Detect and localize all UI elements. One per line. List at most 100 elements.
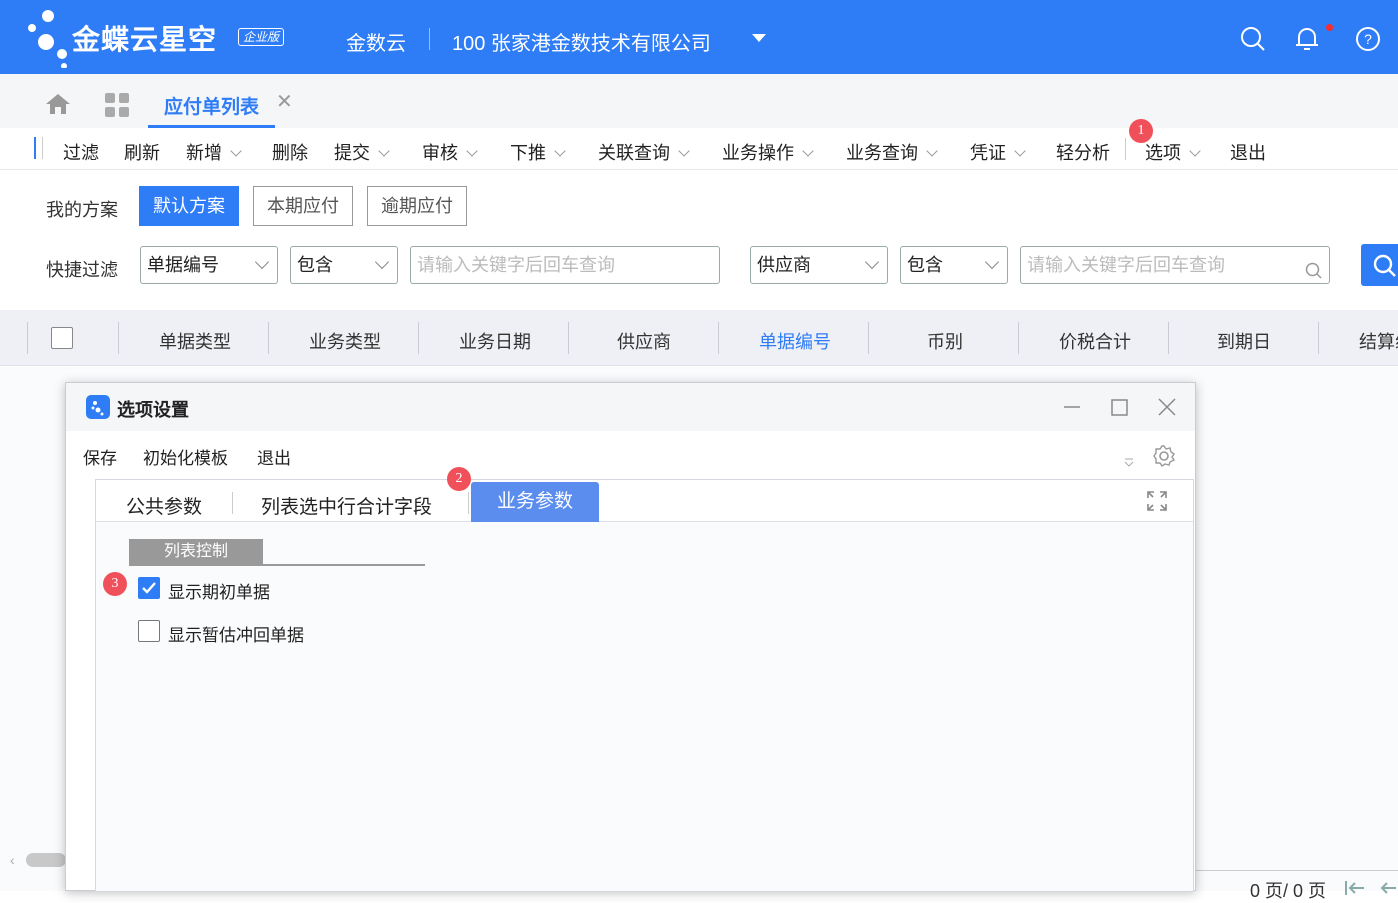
dialog-exit-button[interactable]: 退出	[257, 444, 291, 469]
divider	[468, 492, 469, 514]
horizontal-scrollbar[interactable]	[26, 853, 66, 867]
divider	[42, 137, 43, 159]
caret-down-icon[interactable]	[752, 34, 766, 42]
column-header-bill-number[interactable]: 单据编号	[759, 328, 831, 354]
column-header-total-with-tax[interactable]: 价税合计	[1059, 328, 1131, 354]
chevron-down-icon	[1189, 145, 1201, 157]
show-estimate-reversal-label[interactable]: 显示暂估冲回单据	[168, 621, 304, 646]
minimize-icon[interactable]	[1060, 395, 1084, 419]
maximize-icon[interactable]	[1107, 395, 1131, 419]
new-button[interactable]: 新增	[186, 139, 242, 165]
chevron-left-icon[interactable]: ‹	[10, 852, 15, 868]
related-query-button[interactable]: 关联查询	[598, 139, 690, 165]
divider	[1018, 322, 1019, 354]
fullscreen-icon[interactable]	[1146, 490, 1168, 517]
filter-operator-select-2[interactable]: 包含	[900, 246, 1008, 284]
keyword-input-1[interactable]: 请输入关键字后回车查询	[410, 246, 720, 284]
chevron-down-icon	[678, 145, 690, 157]
business-query-label: 业务查询	[846, 143, 918, 163]
business-operation-label: 业务操作	[722, 143, 794, 163]
scheme-default-button[interactable]: 默认方案	[139, 186, 239, 226]
prev-page-icon[interactable]	[1378, 879, 1396, 900]
filter-button[interactable]: 过滤	[63, 139, 99, 165]
init-template-button[interactable]: 初始化模板	[143, 444, 228, 469]
new-label: 新增	[186, 143, 222, 163]
divider	[1125, 138, 1126, 160]
column-header-bill-type[interactable]: 单据类型	[159, 328, 231, 354]
cloud-name[interactable]: 金数云	[346, 27, 406, 56]
divider	[268, 322, 269, 354]
tab-row-sum-fields[interactable]: 列表选中行合计字段	[261, 492, 432, 519]
svg-text:?: ?	[1364, 31, 1372, 47]
quick-filter-label: 快捷过滤	[46, 260, 118, 280]
column-header-business-type[interactable]: 业务类型	[309, 328, 381, 354]
chevron-down-icon	[554, 145, 566, 157]
divider	[429, 28, 430, 50]
chevron-down-icon	[466, 145, 478, 157]
scheme-overdue-button[interactable]: 逾期应付	[367, 186, 467, 226]
filter-field-select-2[interactable]: 供应商	[750, 246, 888, 284]
tab-payable-list[interactable]: 应付单列表	[148, 82, 276, 128]
app-grid-icon[interactable]	[104, 92, 130, 123]
business-operation-button[interactable]: 业务操作	[722, 139, 814, 165]
refresh-button[interactable]: 刷新	[124, 139, 160, 165]
light-analysis-button[interactable]: 轻分析	[1056, 139, 1110, 165]
notification-dot	[1326, 24, 1333, 31]
keyword-input-2[interactable]: 请输入关键字后回车查询	[1020, 246, 1330, 284]
options-button[interactable]: 选项	[1145, 139, 1201, 165]
chevron-down-icon	[1014, 145, 1026, 157]
business-query-button[interactable]: 业务查询	[846, 139, 938, 165]
kingdee-logo-icon	[24, 8, 72, 69]
exit-button[interactable]: 退出	[1230, 139, 1266, 165]
gear-icon[interactable]	[1152, 444, 1176, 473]
tab-business-params[interactable]: 业务参数	[471, 482, 599, 522]
search-button[interactable]	[1361, 244, 1398, 286]
company-selector[interactable]: 100 张家港金数技术有限公司	[452, 27, 711, 56]
step-badge-2: 2	[447, 467, 471, 491]
audit-button[interactable]: 审核	[422, 139, 478, 165]
section-list-control: 列表控制	[129, 539, 263, 565]
tab-public-params[interactable]: 公共参数	[126, 492, 202, 519]
show-opening-bills-checkbox[interactable]	[138, 577, 160, 599]
push-down-button[interactable]: 下推	[510, 139, 566, 165]
column-header-currency[interactable]: 币别	[927, 328, 963, 354]
divider	[27, 322, 28, 354]
search-icon[interactable]	[1240, 26, 1266, 52]
step-badge-3: 3	[103, 572, 127, 596]
select-all-checkbox[interactable]	[51, 327, 73, 349]
divider	[718, 322, 719, 354]
search-icon[interactable]	[1305, 256, 1323, 292]
column-header-due-date[interactable]: 到期日	[1217, 328, 1271, 354]
chevron-down-icon	[864, 254, 880, 270]
submit-button[interactable]: 提交	[334, 139, 390, 165]
divider	[232, 492, 233, 514]
column-header-settlement-org[interactable]: 结算组织	[1359, 328, 1398, 354]
home-icon[interactable]	[44, 92, 72, 121]
options-label: 选项	[1145, 143, 1181, 163]
dropdown-icon[interactable]	[1122, 455, 1136, 473]
show-estimate-reversal-checkbox[interactable]	[138, 620, 160, 642]
chevron-down-icon	[374, 254, 390, 270]
filter-field-select-1[interactable]: 单据编号	[140, 246, 278, 284]
chevron-down-icon	[378, 145, 390, 157]
close-icon[interactable]: ✕	[276, 92, 293, 112]
delete-button[interactable]: 删除	[272, 139, 308, 165]
save-button[interactable]: 保存	[83, 444, 117, 469]
help-icon[interactable]: ?	[1355, 26, 1381, 52]
close-icon[interactable]	[1155, 395, 1179, 419]
column-header-supplier[interactable]: 供应商	[617, 328, 671, 354]
filter-field-value-1: 单据编号	[147, 255, 219, 275]
dialog-title-bar[interactable]: 选项设置	[66, 383, 1195, 431]
filter-field-value-2: 供应商	[757, 255, 811, 275]
first-page-icon[interactable]	[1344, 879, 1366, 900]
filter-operator-select-1[interactable]: 包含	[290, 246, 398, 284]
column-header-business-date[interactable]: 业务日期	[459, 328, 531, 354]
voucher-button[interactable]: 凭证	[970, 139, 1026, 165]
section-underline	[129, 564, 425, 566]
show-opening-bills-label[interactable]: 显示期初单据	[168, 578, 270, 603]
dialog-content: 公共参数 列表选中行合计字段 业务参数 列表控制 显示期初单据 显示暂估冲回单据	[95, 479, 1194, 892]
edition-badge: 企业版	[238, 28, 285, 46]
scheme-current-period-button[interactable]: 本期应付	[253, 186, 353, 226]
bell-icon[interactable]	[1294, 26, 1320, 52]
divider	[568, 322, 569, 354]
